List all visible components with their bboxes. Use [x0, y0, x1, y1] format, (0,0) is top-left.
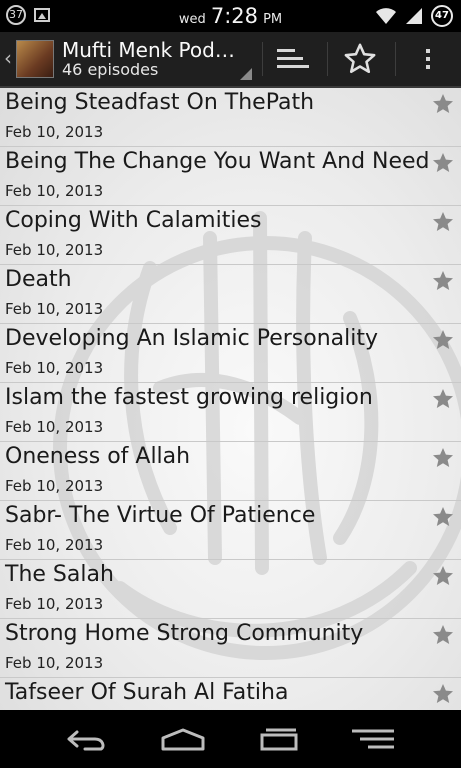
- list-item[interactable]: Islam the fastest growing religion Feb 10…: [0, 383, 461, 442]
- signal-icon: [406, 8, 422, 24]
- episode-title: Being The Change You Want And Need: [5, 149, 430, 174]
- navigation-bar: [0, 710, 461, 768]
- favorites-button[interactable]: [330, 32, 390, 86]
- home-icon: [161, 728, 205, 751]
- page-title: Mufti Menk Pod…: [62, 38, 235, 62]
- status-bar: 37 wed 7:28 PM 47: [0, 0, 461, 32]
- battery-icon: 47: [431, 5, 453, 27]
- episode-date: Feb 10, 2013: [5, 123, 104, 141]
- star-icon[interactable]: [431, 564, 455, 588]
- list-item[interactable]: Being The Change You Want And Need Feb 10…: [0, 147, 461, 206]
- recents-button[interactable]: [233, 710, 323, 768]
- list-item[interactable]: The Salah Feb 10, 2013: [0, 560, 461, 619]
- star-icon[interactable]: [431, 210, 455, 234]
- episode-date: Feb 10, 2013: [5, 595, 104, 613]
- episode-title: Developing An Islamic Personality: [5, 326, 379, 351]
- list-item[interactable]: Death Feb 10, 2013: [0, 265, 461, 324]
- episode-title: Tafseer Of Surah Al Fatiha: [5, 680, 289, 705]
- episode-count: 46 episodes: [62, 60, 159, 79]
- system-icons: 47: [375, 5, 453, 27]
- episode-title: Strong Home Strong Community: [5, 621, 364, 646]
- episode-title: Coping With Calamities: [5, 208, 262, 233]
- star-icon[interactable]: [431, 151, 455, 175]
- episode-date: Feb 10, 2013: [5, 477, 104, 495]
- episode-date: Feb 10, 2013: [5, 241, 104, 259]
- star-icon[interactable]: [431, 92, 455, 116]
- star-icon[interactable]: [431, 623, 455, 647]
- list-item[interactable]: Developing An Islamic Personality Feb 10,…: [0, 324, 461, 383]
- menu-button[interactable]: [328, 710, 418, 768]
- wifi-icon: [376, 8, 396, 24]
- list-item[interactable]: Sabr- The Virtue Of Patience Feb 10, 2013: [0, 501, 461, 560]
- episode-list[interactable]: Being Steadfast On ThePath Feb 10, 2013 Be…: [0, 88, 461, 710]
- list-item[interactable]: Oneness of Allah Feb 10, 2013: [0, 442, 461, 501]
- menu-icon: [352, 729, 394, 749]
- clock-time: 7:28: [210, 4, 258, 28]
- episode-date: Feb 10, 2013: [5, 359, 104, 377]
- episode-date: Feb 10, 2013: [5, 536, 104, 554]
- divider: [327, 42, 328, 76]
- star-icon[interactable]: [431, 328, 455, 352]
- episode-title: Death: [5, 267, 72, 292]
- clock-day: wed: [178, 12, 206, 27]
- sort-button[interactable]: [263, 32, 323, 86]
- star-icon[interactable]: [431, 269, 455, 293]
- divider: [395, 42, 396, 76]
- clock-ampm: PM: [263, 12, 283, 27]
- action-bar: ‹ Mufti Menk Pod… 46 episodes: [0, 32, 461, 88]
- star-icon[interactable]: [431, 682, 455, 706]
- episode-title: Islam the fastest growing religion: [5, 385, 373, 410]
- overflow-menu-button[interactable]: [398, 32, 458, 86]
- chevron-left-icon: ‹: [4, 46, 12, 70]
- episode-title: Sabr- The Virtue Of Patience: [5, 503, 316, 528]
- star-icon: [344, 43, 376, 74]
- episode-title: The Salah: [5, 562, 114, 587]
- star-icon[interactable]: [431, 387, 455, 411]
- star-icon[interactable]: [431, 446, 455, 470]
- list-item[interactable]: Strong Home Strong Community Feb 10, 2013: [0, 619, 461, 678]
- episode-title: Oneness of Allah: [5, 444, 191, 469]
- episode-title: Being Steadfast On ThePath: [5, 90, 315, 115]
- home-button[interactable]: [138, 710, 228, 768]
- app-logo: [16, 40, 54, 78]
- episode-date: Feb 10, 2013: [5, 300, 104, 318]
- podcast-spinner[interactable]: Mufti Menk Pod… 46 episodes: [62, 38, 252, 79]
- back-icon: [67, 730, 105, 751]
- list-item[interactable]: Tafseer Of Surah Al Fatiha: [0, 678, 461, 710]
- episode-date: Feb 10, 2013: [5, 418, 104, 436]
- star-icon[interactable]: [431, 505, 455, 529]
- back-button[interactable]: [42, 710, 132, 768]
- list-item[interactable]: Coping With Calamities Feb 10, 2013: [0, 206, 461, 265]
- list-item[interactable]: Being Steadfast On ThePath Feb 10, 2013: [0, 88, 461, 147]
- recents-icon: [260, 728, 298, 751]
- episode-date: Feb 10, 2013: [5, 182, 104, 200]
- episode-date: Feb 10, 2013: [5, 654, 104, 672]
- spinner-triangle-icon: [240, 68, 252, 80]
- overflow-menu-icon: [426, 49, 430, 69]
- sort-icon: [277, 49, 309, 69]
